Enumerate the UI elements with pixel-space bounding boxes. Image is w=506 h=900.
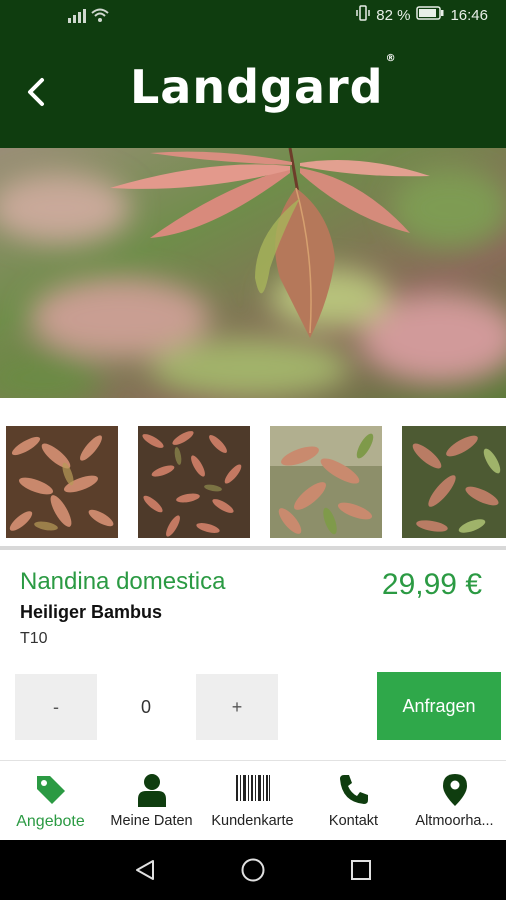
- square-recents-icon: [351, 860, 371, 880]
- person-icon: [101, 773, 202, 809]
- nav-label-meine-daten: Meine Daten: [110, 813, 193, 829]
- location-pin-icon: [404, 773, 505, 809]
- brand-logo: Landgard®: [130, 53, 397, 114]
- app-header: Landgard®: [0, 30, 506, 148]
- thumbnail-1[interactable]: [6, 426, 118, 538]
- nav-item-meine-daten[interactable]: Meine Daten: [101, 761, 202, 841]
- tag-icon: [0, 773, 101, 809]
- nav-label-kundenkarte: Kundenkarte: [211, 813, 294, 829]
- quantity-value[interactable]: 0: [116, 674, 176, 740]
- nav-item-altmoorhausen[interactable]: Altmoorha...: [404, 761, 505, 841]
- status-bar: 82 % 16:46: [0, 0, 506, 30]
- nav-item-kundenkarte[interactable]: Kundenkarte: [202, 761, 303, 841]
- clock: 16:46: [450, 6, 488, 24]
- nav-label-angebote: Angebote: [16, 813, 85, 830]
- battery-icon: [416, 6, 444, 24]
- nav-item-kontakt[interactable]: Kontakt: [303, 761, 404, 841]
- request-button[interactable]: Anfragen: [377, 672, 501, 740]
- product-common-name: Heiliger Bambus: [20, 602, 163, 622]
- thumbnail-3[interactable]: [270, 426, 382, 538]
- signal-wifi-icon: [68, 7, 112, 27]
- bottom-navigation: Angebote Meine Daten Kundenkarte Kontakt…: [0, 760, 506, 840]
- system-recents-button[interactable]: [345, 854, 377, 886]
- quantity-decrease-button[interactable]: -: [15, 674, 97, 740]
- logo-text: Landgard: [130, 60, 384, 114]
- logo-registered-mark: ®: [385, 52, 397, 64]
- product-botanical-name: Nandina domestica: [20, 568, 226, 595]
- nav-label-altmoorhausen: Altmoorha...: [415, 813, 494, 829]
- thumbnail-gallery: [0, 398, 506, 550]
- product-hero-image: [0, 148, 506, 398]
- quantity-increase-button[interactable]: +: [196, 674, 278, 740]
- system-back-button[interactable]: [129, 854, 161, 886]
- back-button[interactable]: [18, 74, 54, 110]
- thumbnail-4[interactable]: [402, 426, 506, 538]
- circle-home-icon: [241, 858, 265, 882]
- vibrate-icon: [356, 5, 370, 25]
- nav-label-kontakt: Kontakt: [328, 813, 379, 829]
- product-price: 29,99 €: [381, 568, 482, 601]
- triangle-back-icon: [136, 860, 154, 880]
- system-navigation-bar: [0, 840, 506, 900]
- nav-item-angebote[interactable]: Angebote: [0, 761, 101, 841]
- product-code: T10: [20, 630, 48, 647]
- phone-icon: [303, 773, 404, 809]
- system-home-button[interactable]: [237, 854, 269, 886]
- battery-percent: 82 %: [376, 6, 411, 24]
- chevron-left-icon: [28, 78, 44, 106]
- app-screen: 82 % 16:46 Landgard® Nandina domestica H…: [0, 0, 506, 900]
- thumbnail-2[interactable]: [138, 426, 250, 538]
- barcode-icon: [202, 773, 303, 809]
